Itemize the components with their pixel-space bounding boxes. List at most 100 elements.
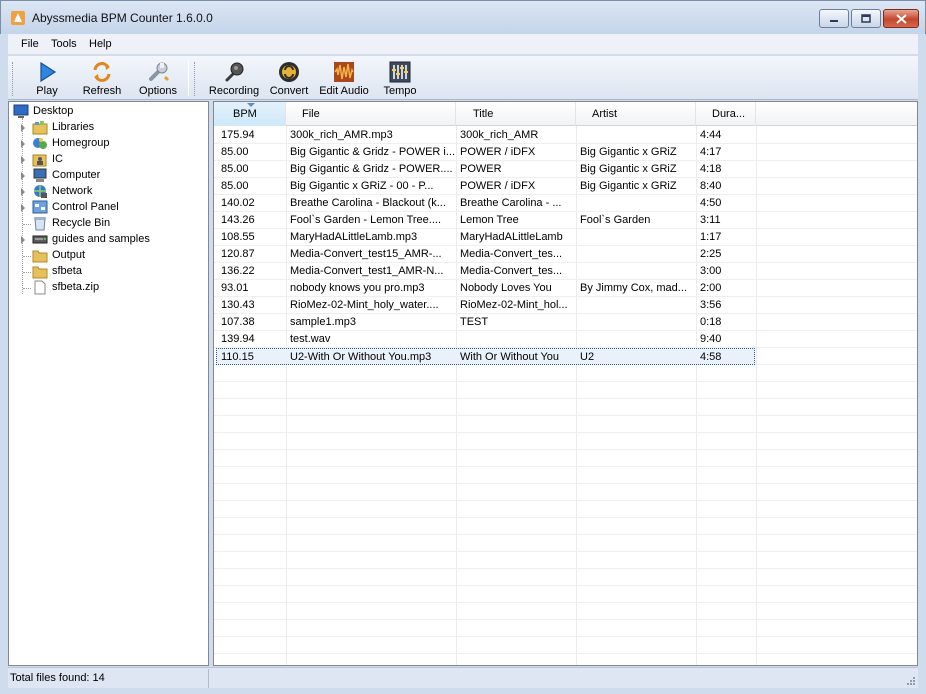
cell-artist: By Jimmy Cox, mad... — [580, 282, 687, 294]
tree-item-computer[interactable]: Computer — [9, 168, 208, 184]
grid-line-horizontal — [214, 517, 917, 518]
cell-file: Breathe Carolina - Blackout (k... — [290, 197, 446, 209]
table-row[interactable]: 85.00 Big Gigantic & Gridz - POWER i... PO… — [214, 144, 917, 161]
table-row[interactable]: 108.55 MaryHadALittleLamb.mp3 MaryHadALitt… — [214, 229, 917, 246]
expand-arrow-icon[interactable] — [21, 236, 25, 244]
expand-arrow-icon[interactable] — [21, 172, 25, 180]
tree-item-output[interactable]: Output — [9, 248, 208, 264]
app-icon — [11, 11, 25, 25]
cell-title: POWER — [460, 163, 502, 175]
close-icon — [895, 13, 907, 24]
cell-title: Media-Convert_tes... — [460, 248, 563, 260]
table-row[interactable]: 136.22 Media-Convert_test1_AMR-N... Media-… — [214, 263, 917, 280]
cell-title: POWER / iDFX — [460, 146, 536, 158]
tree-item-ic[interactable]: IC — [9, 152, 208, 168]
cell-bpm: 140.02 — [221, 197, 255, 209]
cell-bpm: 93.01 — [221, 282, 249, 294]
table-row[interactable]: 130.43 RioMez-02-Mint_holy_water.... RioMe… — [214, 297, 917, 314]
tree-item-sfbeta-zip[interactable]: sfbeta.zip — [9, 280, 208, 296]
table-row[interactable]: 175.94 300k_rich_AMR.mp3 300k_rich_AMR 4:44 — [214, 127, 917, 144]
tree-item-homegroup[interactable]: Homegroup — [9, 136, 208, 152]
expand-arrow-icon[interactable] — [21, 124, 25, 132]
wrench-icon — [149, 62, 169, 82]
convert-button[interactable]: Convert — [266, 58, 312, 98]
grid-line-horizontal — [214, 415, 917, 416]
grid-line-horizontal — [214, 381, 917, 382]
computer-icon — [33, 168, 47, 182]
table-row[interactable]: 139.94 test.wav 9:40 — [214, 331, 917, 348]
drive-icon — [32, 235, 48, 244]
tree-item-control-panel[interactable]: Control Panel — [9, 200, 208, 216]
table-row[interactable]: 143.26 Fool`s Garden - Lemon Tree.... Lemo… — [214, 212, 917, 229]
edit-audio-button[interactable]: Edit Audio — [318, 58, 370, 98]
menu-file[interactable]: File — [21, 38, 39, 50]
cell-file: nobody knows you pro.mp3 — [290, 282, 425, 294]
menu-help[interactable]: Help — [89, 38, 112, 50]
expand-arrow-icon[interactable] — [21, 140, 25, 148]
cell-artist: Fool`s Garden — [580, 214, 651, 226]
table-row[interactable]: 93.01 nobody knows you pro.mp3 Nobody Love… — [214, 280, 917, 297]
libraries-icon — [32, 121, 48, 135]
table-row[interactable]: 140.02 Breathe Carolina - Blackout (k... B… — [214, 195, 917, 212]
cell-duration: 3:56 — [700, 299, 722, 311]
column-header-bpm[interactable]: BPM — [214, 102, 286, 126]
column-header-artist[interactable]: Artist — [576, 102, 696, 126]
toolbar-grip[interactable] — [12, 62, 15, 96]
tree-item-desktop[interactable]: Desktop — [9, 104, 208, 120]
tree-item-sfbeta[interactable]: sfbeta — [9, 264, 208, 280]
cell-file: Fool`s Garden - Lemon Tree.... — [290, 214, 442, 226]
table-row[interactable]: 120.87 Media-Convert_test15_AMR-... Media-… — [214, 246, 917, 263]
toolbar-grip-2[interactable] — [194, 62, 197, 96]
expand-arrow-icon[interactable] — [21, 204, 25, 212]
cell-duration: 1:17 — [700, 231, 722, 243]
grid-line-horizontal — [214, 534, 917, 535]
table-row[interactable]: 85.00 Big Gigantic & Gridz - POWER.... POW… — [214, 161, 917, 178]
cell-bpm: 130.43 — [221, 299, 255, 311]
cell-duration: 4:44 — [700, 129, 722, 141]
resize-grip-icon[interactable] — [906, 676, 916, 686]
tempo-icon — [389, 61, 411, 83]
tempo-button[interactable]: Tempo — [380, 58, 420, 98]
table-row[interactable]: 85.00 Big Gigantic x GRiZ - 00 - P... POWE… — [214, 178, 917, 195]
close-button[interactable] — [883, 9, 919, 28]
column-header-title[interactable]: Title — [456, 102, 576, 126]
tree-item-libraries[interactable]: Libraries — [9, 120, 208, 136]
cell-title: Breathe Carolina - ... — [460, 197, 562, 209]
cell-duration: 4:58 — [700, 351, 722, 363]
grid-line-horizontal — [214, 602, 917, 603]
recording-button[interactable]: Recording — [206, 58, 262, 98]
grid-line-horizontal — [214, 568, 917, 569]
menu-tools[interactable]: Tools — [51, 38, 77, 50]
cell-bpm: 110.15 — [221, 351, 254, 363]
cell-duration: 9:40 — [700, 333, 722, 345]
grid-line-horizontal — [214, 483, 917, 484]
control-panel-icon — [32, 200, 48, 214]
tree-item-recycle-bin[interactable]: Recycle Bin — [9, 216, 208, 232]
menu-bar: File Tools Help — [8, 34, 918, 55]
title-bar: Abyssmedia BPM Counter 1.6.0.0 — [0, 0, 926, 34]
play-button[interactable]: Play — [30, 58, 64, 98]
tree-item-network[interactable]: Network — [9, 184, 208, 200]
maximize-button[interactable] — [851, 9, 881, 28]
table-row[interactable]: 110.15 U2-With Or Without You.mp3 With Or … — [216, 348, 755, 365]
column-header-file[interactable]: File — [286, 102, 456, 126]
expand-arrow-icon[interactable] — [21, 188, 25, 196]
minimize-button[interactable] — [819, 9, 849, 28]
cell-file: Big Gigantic & Gridz - POWER.... — [290, 163, 453, 175]
column-header-duration[interactable]: Dura... — [696, 102, 756, 126]
cell-duration: 2:25 — [700, 248, 722, 260]
cell-title: Lemon Tree — [460, 214, 519, 226]
cell-duration: 4:17 — [700, 146, 722, 158]
cell-duration: 3:00 — [700, 265, 722, 277]
cell-bpm: 139.94 — [221, 333, 255, 345]
cell-artist: Big Gigantic x GRiZ — [580, 146, 677, 158]
tree-item-guides-and-samples[interactable]: guides and samples — [9, 232, 208, 248]
cell-title: RioMez-02-Mint_hol... — [460, 299, 568, 311]
table-row[interactable]: 107.38 sample1.mp3 TEST 0:18 — [214, 314, 917, 331]
expand-arrow-icon[interactable] — [21, 156, 25, 164]
refresh-button[interactable]: Refresh — [80, 58, 124, 98]
recycle-bin-icon — [34, 217, 46, 231]
microphone-icon — [225, 62, 244, 82]
options-button[interactable]: Options — [136, 58, 180, 98]
cell-file: Media-Convert_test1_AMR-N... — [290, 265, 444, 277]
